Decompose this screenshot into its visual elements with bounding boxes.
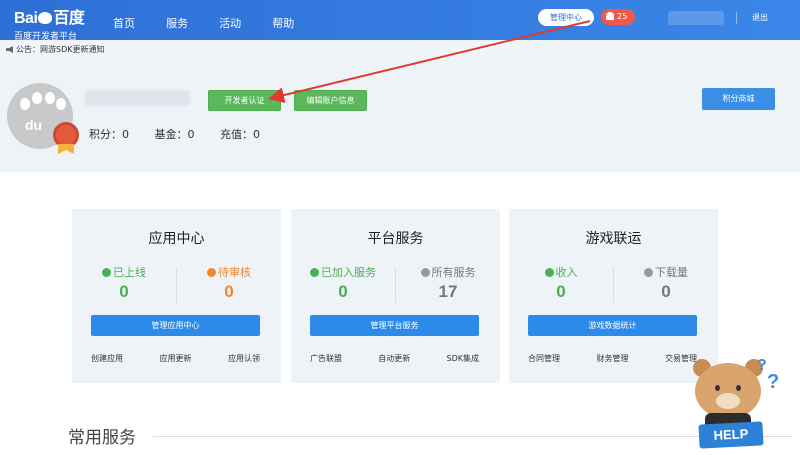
stat-pending[interactable]: 待审核 0 [177,264,281,302]
services-icon [420,268,430,277]
paw-toe [56,98,66,110]
speaker-icon [6,46,13,53]
avatar-text: du [25,117,43,133]
paw-toe [45,92,55,104]
help-mascot[interactable]: ? ? HELP [687,357,791,455]
stat-label: 所有服务 [431,266,476,279]
baidu-developer-logo[interactable]: Bai 百度 百度开发者平台 [14,4,85,42]
account-name-blurred [85,90,190,106]
joined-icon [310,268,319,277]
nav-item-help[interactable]: 帮助 [272,17,294,30]
main-nav: 首页 服务 活动 帮助 [113,12,320,31]
stat-label: 已上线 [113,266,146,279]
common-services-heading: 常用服务 [68,428,136,448]
income-icon [544,268,554,277]
username-blurred[interactable] [668,11,724,25]
top-navbar: Bai 百度 百度开发者平台 首页 服务 活动 帮助 管理中心 25 退出 [0,0,800,42]
link-finance-mgmt[interactable]: 财务管理 [597,353,629,364]
paw-icon [38,12,53,24]
divider [736,12,737,24]
stat-label: 收入 [555,266,578,279]
manage-services-button[interactable]: 管理平台服务 [310,315,479,336]
announcement-text[interactable]: 公告：网游SDK更新通知 [16,45,104,54]
app-center-card: 应用中心 已上线 0 待审核 0 管理应用中心 创建应用 应用更新 应用认领 [72,209,281,383]
online-icon [102,268,111,277]
bear-head-icon [695,363,761,419]
bear-eye [736,385,741,391]
link-auto-update[interactable]: 自动更新 [378,353,410,364]
platform-services-card: 平台服务 已加入服务 0 所有服务 17 管理平台服务 广告联盟 自动更新 SD… [291,209,500,383]
link-update-app[interactable]: 应用更新 [160,353,192,364]
stat-label: 待审核 [218,266,251,279]
pending-icon [207,268,216,277]
stat-value: 17 [438,282,458,301]
nav-item-home[interactable]: 首页 [113,17,135,30]
stat-all-services[interactable]: 所有服务 17 [396,264,500,302]
manage-center-button[interactable]: 管理中心 [538,9,594,26]
question-mark-icon: ? [767,371,780,393]
manage-apps-button[interactable]: 管理应用中心 [91,315,260,336]
developer-cert-button[interactable]: 开发者认证 [208,90,281,111]
bell-icon [606,12,614,20]
paw-toe [20,98,30,110]
bear-snout [716,393,740,409]
card-title: 游戏联运 [585,231,642,247]
stat-value: 0 [119,282,129,301]
logo-text: Bai [14,10,38,27]
notification-badge[interactable]: 25 [601,9,635,25]
stat-value: 0 [224,282,234,301]
ribbon-icon [58,144,74,154]
stat-value: 0 [661,282,671,301]
game-stats-button[interactable]: 游戏数据统计 [528,315,697,336]
download-icon [644,268,653,277]
stat-value: 0 [556,282,566,301]
fund-stat: 基金：0 [154,128,195,141]
link-sdk-integration[interactable]: SDK集成 [447,353,479,364]
bear-eye [715,385,720,391]
link-contract-mgmt[interactable]: 合同管理 [528,353,560,364]
link-ad-union[interactable]: 广告联盟 [310,353,342,364]
question-mark-icon: ? [757,357,767,374]
notification-count: 25 [617,12,628,21]
stat-label: 下载量 [655,266,688,279]
card-title: 平台服务 [367,231,424,247]
stat-income[interactable]: 收入 0 [509,264,613,302]
stat-value: 0 [338,282,348,301]
logout-link[interactable]: 退出 [752,12,768,23]
stat-online[interactable]: 已上线 0 [72,264,176,302]
announcement-bar: 公告：网游SDK更新通知 [0,40,800,59]
link-create-app[interactable]: 创建应用 [91,353,123,364]
stat-joined[interactable]: 已加入服务 0 [291,264,395,302]
profile-section: du 开发者认证 编辑账户信息 积分商城 积分：0 基金：0 充值：0 [0,59,800,172]
points-stat: 积分：0 [89,128,129,141]
points-mall-button[interactable]: 积分商城 [702,88,775,110]
main-content: 应用中心 已上线 0 待审核 0 管理应用中心 创建应用 应用更新 应用认领 平… [0,172,800,455]
edit-account-button[interactable]: 编辑账户信息 [294,90,367,111]
logo-text2: 百度 [53,10,85,27]
link-claim-app[interactable]: 应用认领 [228,353,260,364]
help-sign: HELP [698,421,764,449]
account-stats: 积分：0 基金：0 充值：0 [89,126,282,142]
nav-item-activities[interactable]: 活动 [219,17,241,30]
card-title: 应用中心 [148,231,205,247]
nav-item-services[interactable]: 服务 [166,17,188,30]
stat-label: 已加入服务 [321,266,376,279]
stat-downloads[interactable]: 下载量 0 [614,264,718,302]
recharge-stat: 充值：0 [220,128,260,141]
paw-toe [32,92,42,104]
